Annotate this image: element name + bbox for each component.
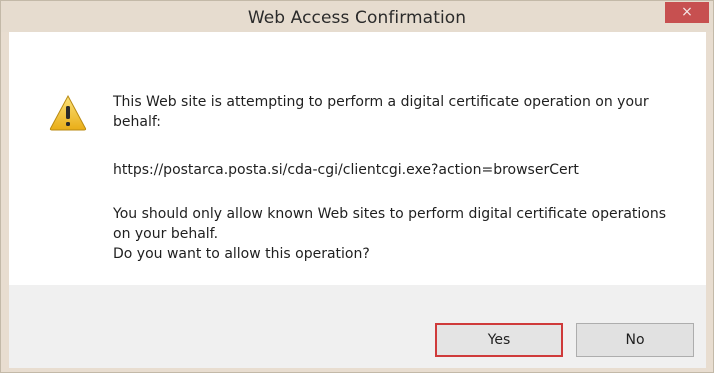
- dialog-content: This Web site is attempting to perform a…: [9, 32, 706, 285]
- yes-button[interactable]: Yes: [435, 323, 563, 357]
- dialog-title: Web Access Confirmation: [247, 8, 467, 28]
- title-bar[interactable]: Web Access Confirmation ×: [1, 1, 713, 32]
- confirm-question: Do you want to allow this operation?: [113, 246, 370, 262]
- close-icon: ×: [681, 4, 693, 20]
- dialog-window: Web Access Confirmation × This Web site …: [0, 0, 714, 373]
- no-button[interactable]: No: [576, 323, 694, 357]
- advice-text: You should only allow known Web sites to…: [113, 206, 667, 242]
- warning-message: This Web site is attempting to perform a…: [113, 94, 649, 130]
- close-button[interactable]: ×: [665, 2, 709, 23]
- site-url: https://postarca.posta.si/cda-cgi/client…: [113, 162, 579, 178]
- warning-triangle-icon: [49, 94, 87, 131]
- allow-advice: You should only allow known Web sites to…: [113, 204, 673, 264]
- button-bar: Yes No: [9, 285, 706, 368]
